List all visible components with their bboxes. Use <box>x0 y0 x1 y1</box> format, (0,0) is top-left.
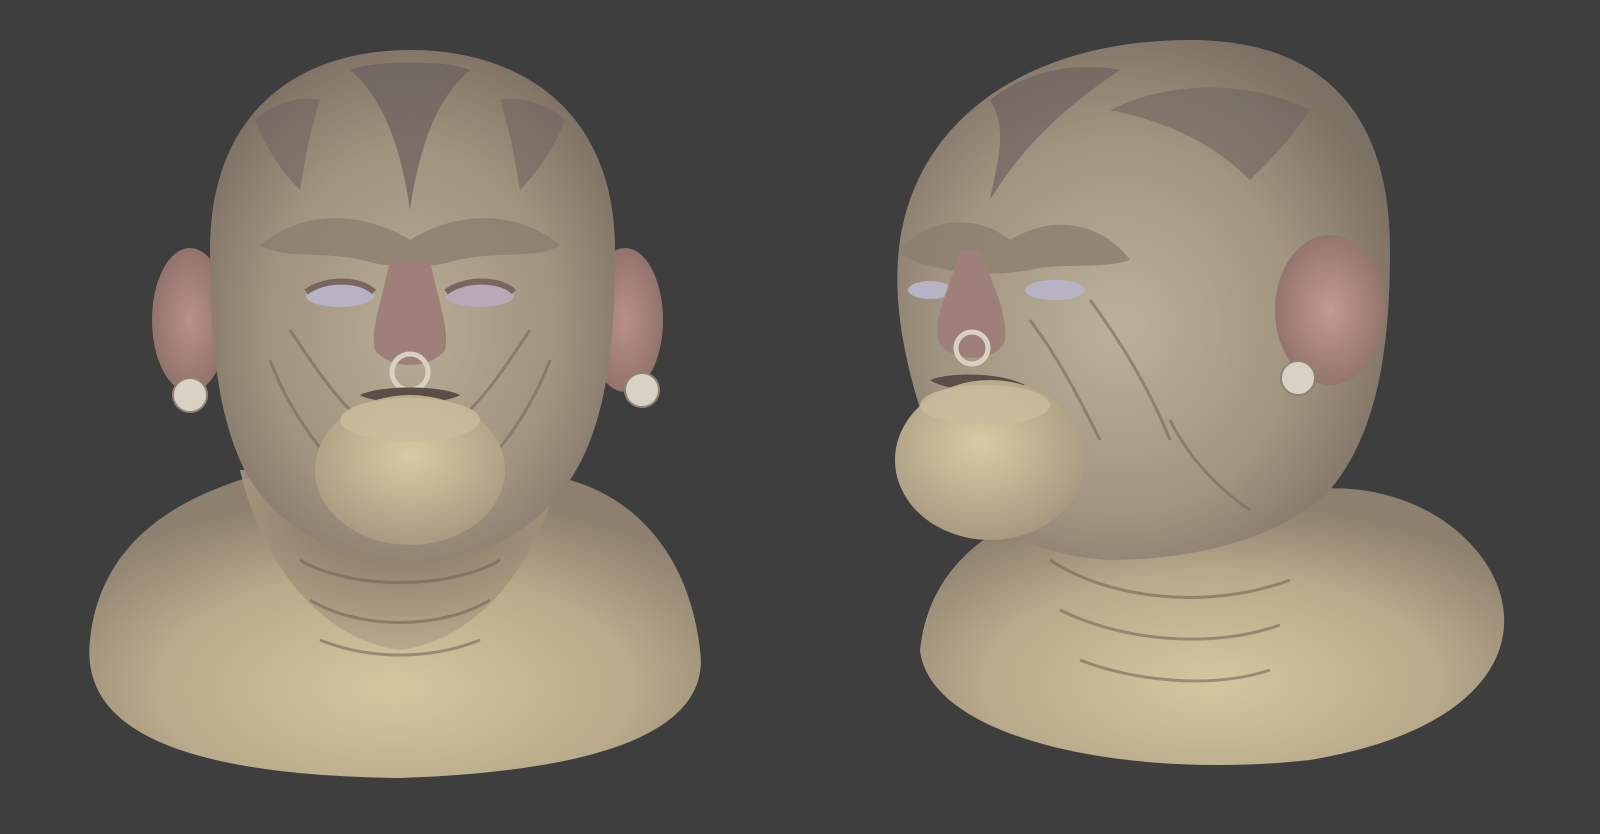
sculpt-viewport <box>0 0 1600 834</box>
right-earring <box>624 372 660 408</box>
right-eye <box>1025 280 1085 300</box>
bust-side-illustration <box>895 40 1505 766</box>
bust-front-view <box>70 0 720 834</box>
bust-side-view <box>890 0 1550 834</box>
left-earring <box>172 377 208 413</box>
bust-front-illustration <box>89 50 701 778</box>
earring <box>1280 360 1316 396</box>
